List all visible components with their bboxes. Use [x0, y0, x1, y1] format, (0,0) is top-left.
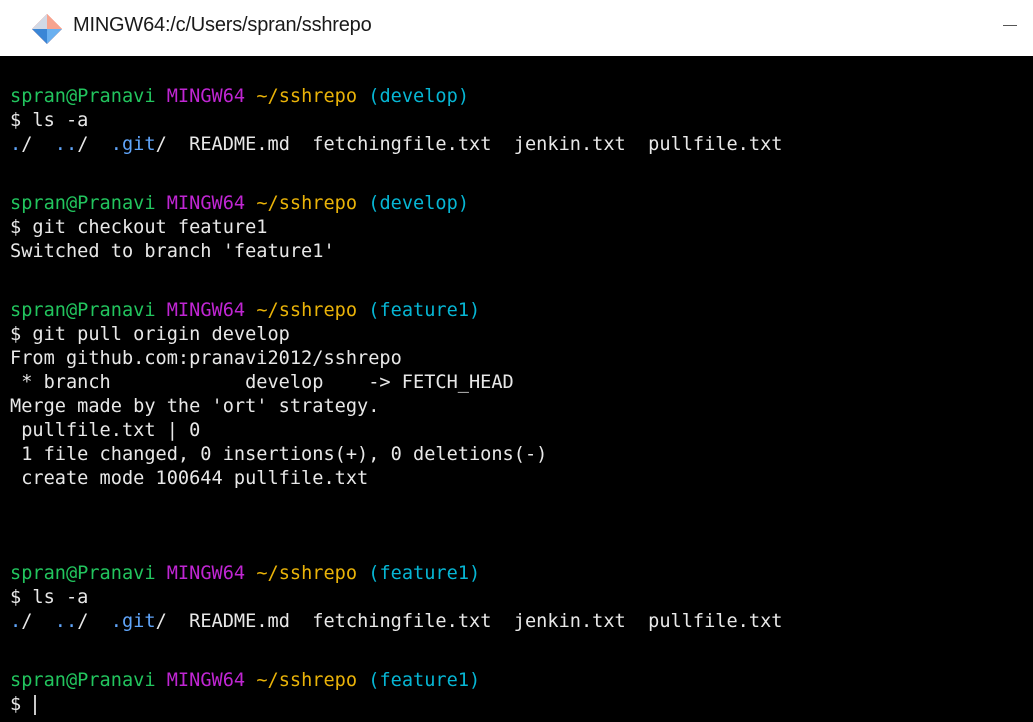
prompt-path: ~/sshrepo [256, 300, 358, 321]
prompt-branch: (feature1) [368, 670, 481, 691]
prompt-host: MINGW64 [166, 563, 246, 584]
output-line: 1 file changed, 0 insertions(+), 0 delet… [10, 444, 548, 465]
text-cursor [34, 694, 37, 715]
output-line: create mode 100644 pullfile.txt [10, 468, 369, 489]
command-line: $ git checkout feature1 [10, 217, 268, 238]
prompt-line: spran@Pranavi MINGW64 ~/sshrepo (feature… [10, 669, 480, 693]
prompt-branch: (feature1) [368, 300, 481, 321]
prompt-user: spran@Pranavi [10, 300, 156, 321]
command-prompt: $ [10, 694, 22, 715]
prompt-branch: (develop) [368, 193, 470, 214]
prompt-line: spran@Pranavi MINGW64 ~/sshrepo (develop… [10, 192, 469, 216]
output-line: From github.com:pranavi2012/sshrepo [10, 348, 402, 369]
output-line: * branch develop -> FETCH_HEAD [10, 372, 514, 393]
prompt-line: spran@Pranavi MINGW64 ~/sshrepo (develop… [10, 85, 469, 109]
prompt-branch: (feature1) [368, 563, 481, 584]
prompt-path: ~/sshrepo [256, 86, 358, 107]
prompt-host: MINGW64 [166, 193, 246, 214]
window-title: MINGW64:/c/Users/spran/sshrepo [73, 14, 372, 36]
prompt-path: ~/sshrepo [256, 563, 358, 584]
command-line: $ git pull origin develop [10, 324, 290, 345]
command-line: $ ls -a [10, 587, 89, 608]
prompt-line: spran@Pranavi MINGW64 ~/sshrepo (feature… [10, 299, 480, 323]
listing-line: ./ ../ .git/ README.md fetchingfile.txt … [10, 134, 783, 155]
git-bash-icon [32, 14, 62, 44]
prompt-host: MINGW64 [166, 670, 246, 691]
prompt-user: spran@Pranavi [10, 86, 156, 107]
listing-line: ./ ../ .git/ README.md fetchingfile.txt … [10, 611, 783, 632]
prompt-user: spran@Pranavi [10, 563, 156, 584]
output-line: pullfile.txt | 0 [10, 420, 201, 441]
prompt-path: ~/sshrepo [256, 670, 358, 691]
prompt-user: spran@Pranavi [10, 670, 156, 691]
output-line: Merge made by the 'ort' strategy. [10, 396, 380, 417]
prompt-branch: (develop) [368, 86, 470, 107]
input-line[interactable]: $ [10, 693, 37, 717]
output-line: Switched to branch 'feature1' [10, 241, 335, 262]
prompt-host: MINGW64 [166, 300, 246, 321]
command-line: $ ls -a [10, 110, 89, 131]
prompt-path: ~/sshrepo [256, 193, 358, 214]
terminal-output[interactable]: spran@Pranavi MINGW64 ~/sshrepo (develop… [10, 85, 1033, 722]
prompt-line: spran@Pranavi MINGW64 ~/sshrepo (feature… [10, 562, 480, 586]
title-bar: MINGW64:/c/Users/spran/sshrepo [0, 0, 1033, 56]
prompt-user: spran@Pranavi [10, 193, 156, 214]
prompt-host: MINGW64 [166, 86, 246, 107]
minimize-button[interactable] [995, 10, 1025, 40]
